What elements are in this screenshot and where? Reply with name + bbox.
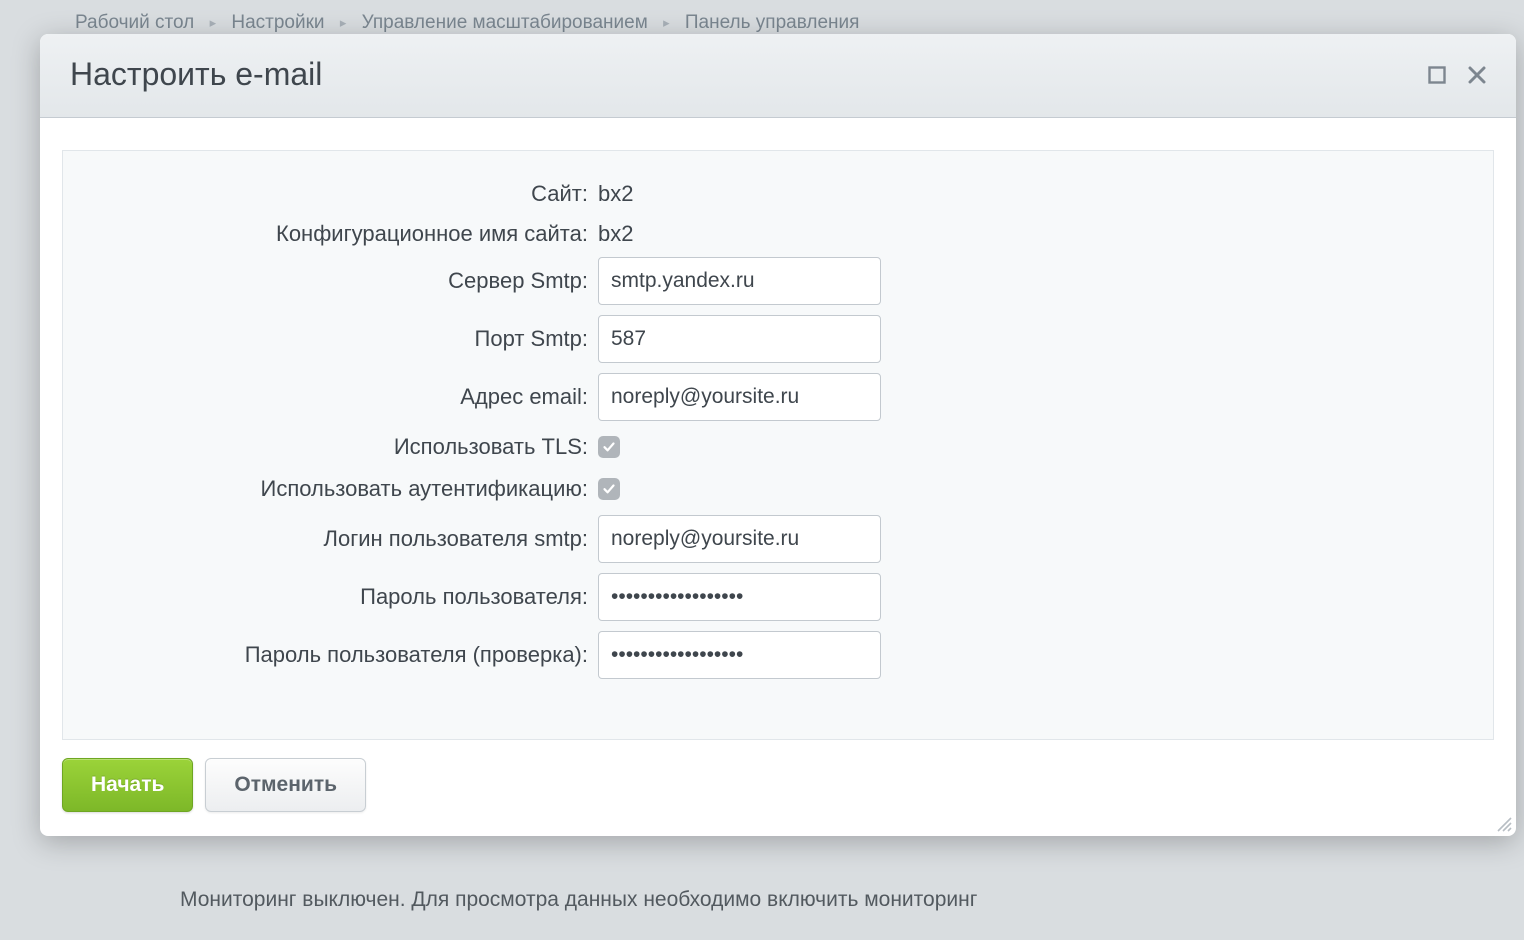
label-smtp-server: Сервер Smtp: xyxy=(93,268,598,294)
row-smtp-login: Логин пользователя smtp: xyxy=(93,515,1463,563)
label-smtp-port: Порт Smtp: xyxy=(93,326,598,352)
row-smtp-server: Сервер Smtp: xyxy=(93,257,1463,305)
chevron-right-icon: ▸ xyxy=(663,15,670,30)
value-site: bx2 xyxy=(598,181,633,207)
label-use-tls: Использовать TLS: xyxy=(93,434,598,460)
use-tls-checkbox[interactable] xyxy=(598,436,620,458)
start-button[interactable]: Начать xyxy=(62,758,193,812)
row-email-address: Адрес email: xyxy=(93,373,1463,421)
password-input[interactable] xyxy=(598,573,881,621)
label-site: Сайт: xyxy=(93,181,598,207)
label-smtp-login: Логин пользователя smtp: xyxy=(93,526,598,552)
resize-handle-icon[interactable] xyxy=(1494,814,1512,832)
use-auth-checkbox[interactable] xyxy=(598,478,620,500)
email-form-panel: Сайт: bx2 Конфигурационное имя сайта: bx… xyxy=(62,150,1494,740)
label-use-auth: Использовать аутентификацию: xyxy=(93,476,598,502)
modal-window-controls xyxy=(1428,66,1486,84)
label-email-address: Адрес email: xyxy=(93,384,598,410)
row-use-auth: Использовать аутентификацию: xyxy=(93,473,1463,505)
row-config-name: Конфигурационное имя сайта: bx2 xyxy=(93,217,1463,251)
row-password: Пароль пользователя: xyxy=(93,573,1463,621)
breadcrumb-item-3[interactable]: Панель управления xyxy=(685,12,860,33)
breadcrumb-item-1[interactable]: Настройки xyxy=(231,12,324,33)
label-password-confirm: Пароль пользователя (проверка): xyxy=(93,642,598,668)
breadcrumb-item-0[interactable]: Рабочий стол xyxy=(75,12,194,33)
label-config-name: Конфигурационное имя сайта: xyxy=(93,221,598,247)
smtp-login-input[interactable] xyxy=(598,515,881,563)
chevron-right-icon: ▸ xyxy=(210,15,217,30)
email-settings-modal: Настроить e-mail Сайт: bx2 Конфигурацион… xyxy=(40,34,1516,836)
maximize-icon[interactable] xyxy=(1428,66,1446,84)
row-password-confirm: Пароль пользователя (проверка): xyxy=(93,631,1463,679)
smtp-port-input[interactable] xyxy=(598,315,881,363)
label-password: Пароль пользователя: xyxy=(93,584,598,610)
value-config-name: bx2 xyxy=(598,221,633,247)
modal-footer: Начать Отменить xyxy=(40,758,1516,836)
modal-title: Настроить e-mail xyxy=(70,56,322,93)
password-confirm-input[interactable] xyxy=(598,631,881,679)
cancel-button[interactable]: Отменить xyxy=(205,758,366,812)
close-icon[interactable] xyxy=(1468,66,1486,84)
chevron-right-icon: ▸ xyxy=(340,15,347,30)
modal-body: Сайт: bx2 Конфигурационное имя сайта: bx… xyxy=(40,118,1516,758)
email-address-input[interactable] xyxy=(598,373,881,421)
modal-header: Настроить e-mail xyxy=(40,34,1516,118)
monitoring-disabled-text: Мониторинг выключен. Для просмотра данны… xyxy=(180,888,977,912)
row-smtp-port: Порт Smtp: xyxy=(93,315,1463,363)
smtp-server-input[interactable] xyxy=(598,257,881,305)
breadcrumb-item-2[interactable]: Управление масштабированием xyxy=(362,12,648,33)
row-use-tls: Использовать TLS: xyxy=(93,431,1463,463)
row-site: Сайт: bx2 xyxy=(93,177,1463,211)
